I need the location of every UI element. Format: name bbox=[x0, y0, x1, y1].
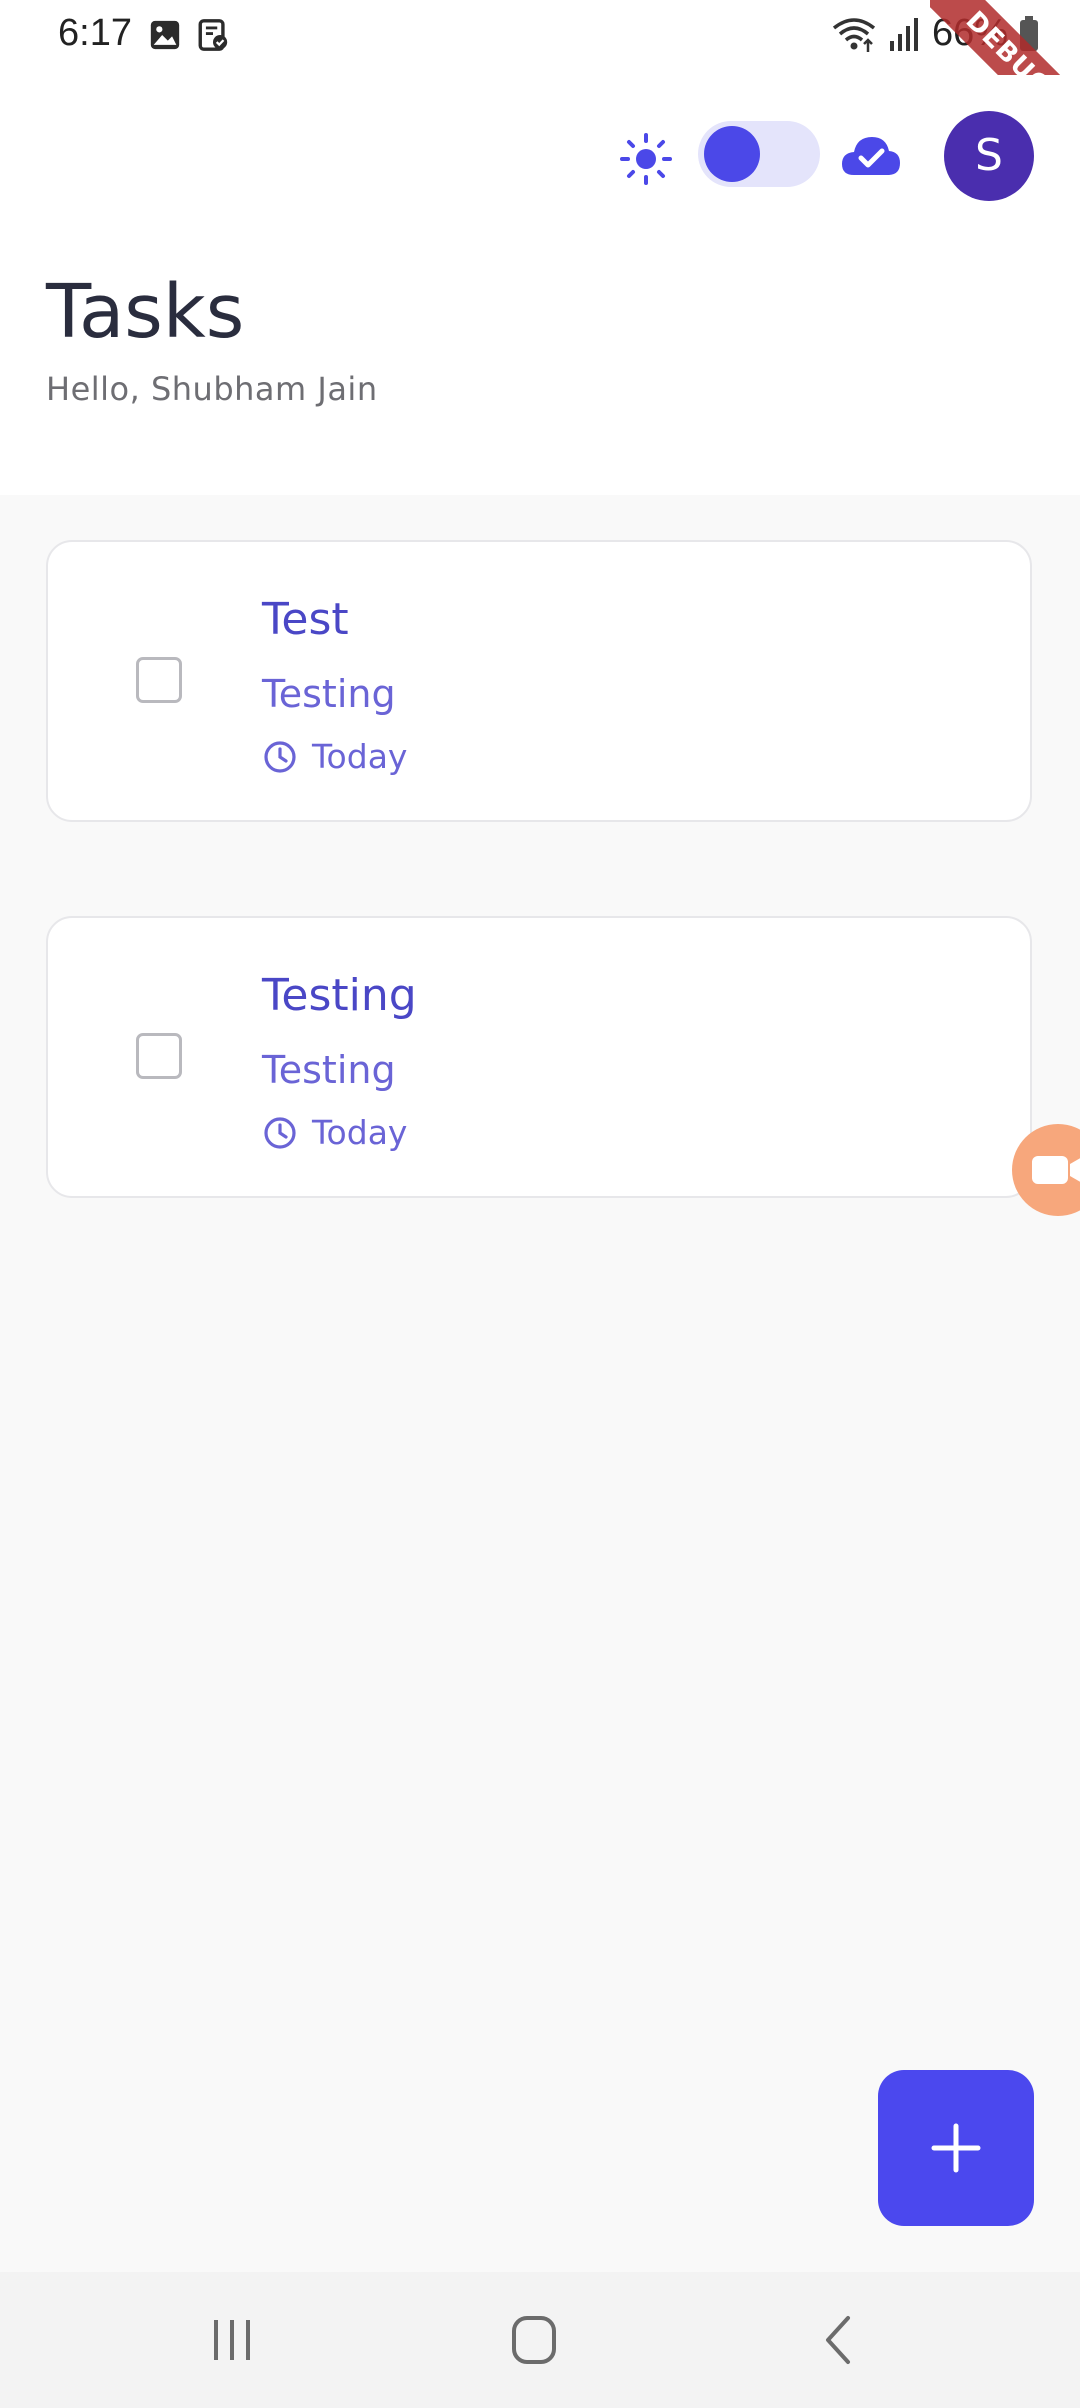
clock-icon bbox=[264, 740, 296, 773]
recent-apps-icon[interactable] bbox=[192, 2310, 272, 2370]
status-system-icons: 66% bbox=[830, 12, 1040, 55]
clipboard-check-icon bbox=[198, 19, 228, 51]
home-icon[interactable] bbox=[494, 2310, 574, 2370]
add-task-button[interactable] bbox=[878, 2070, 1034, 2226]
battery-icon bbox=[1020, 15, 1038, 51]
avatar[interactable]: S bbox=[944, 111, 1034, 201]
greeting-text: Hello, Shubham Jain bbox=[46, 370, 378, 408]
task-description: Testing bbox=[262, 1048, 396, 1092]
wifi-icon bbox=[832, 17, 876, 52]
app-screen: 6:17 66% DEBUG S Tasks Hello, Shubham Ja… bbox=[0, 0, 1080, 2408]
task-due: Today bbox=[262, 1113, 407, 1152]
task-due-text: Today bbox=[312, 1113, 408, 1152]
signal-icon bbox=[889, 17, 918, 51]
status-time: 6:17 bbox=[58, 12, 132, 54]
cloud-check-icon[interactable] bbox=[840, 131, 902, 181]
task-due: Today bbox=[262, 737, 407, 776]
image-icon bbox=[150, 20, 180, 50]
back-icon[interactable] bbox=[800, 2310, 880, 2370]
theme-toggle-knob bbox=[704, 126, 760, 182]
task-card[interactable]: Test Testing Today bbox=[46, 540, 1032, 822]
video-camera-icon bbox=[1032, 1156, 1080, 1184]
battery-percent: 66% bbox=[931, 12, 1008, 54]
clock-icon bbox=[264, 1116, 296, 1149]
task-title: Test bbox=[262, 594, 349, 645]
navigation-bar bbox=[0, 2272, 1080, 2408]
page-title: Tasks bbox=[46, 269, 245, 355]
header: S Tasks Hello, Shubham Jain bbox=[0, 75, 1080, 495]
task-card[interactable]: Testing Testing Today bbox=[46, 916, 1032, 1198]
task-description: Testing bbox=[262, 672, 396, 716]
task-checkbox[interactable] bbox=[136, 657, 182, 703]
task-due-text: Today bbox=[312, 737, 408, 776]
sun-icon[interactable] bbox=[618, 131, 674, 187]
task-title: Testing bbox=[262, 970, 417, 1021]
plus-icon bbox=[931, 2123, 981, 2173]
status-bar: 6:17 66% bbox=[0, 0, 1080, 75]
theme-toggle[interactable] bbox=[698, 121, 820, 187]
task-checkbox[interactable] bbox=[136, 1033, 182, 1079]
